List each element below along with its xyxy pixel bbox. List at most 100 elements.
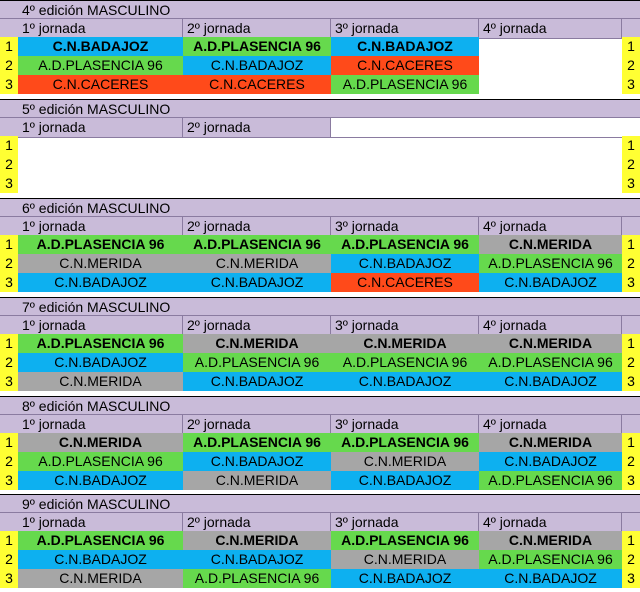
team-cell: A.D.PLASENCIA 96 — [331, 433, 479, 452]
position-row: 3 C.N.BADAJOZ C.N.BADAJOZ C.N.CACERES C.N.BA… — [0, 273, 640, 292]
position-number: 3 — [0, 471, 18, 490]
jornada-header-row: 1º jornada 2º jornada — [0, 117, 640, 138]
position-number: 1 — [622, 531, 640, 550]
team-cell: C.N.MERIDA — [18, 569, 183, 588]
jornada-header-row: 1º jornada 2º jornada 3º jornada 4º jornada — [0, 512, 640, 533]
section-divider — [0, 198, 640, 199]
jornada-label: 1º jornada — [18, 513, 183, 532]
position-row: 1 A.D.PLASENCIA 96 C.N.MERIDA C.N.MERIDA C.N… — [0, 334, 640, 353]
team-cell: C.N.MERIDA — [18, 433, 183, 452]
blank-area — [331, 118, 640, 137]
position-row: 2 C.N.BADAJOZ C.N.BADAJOZ C.N.MERIDA A.D.PLA… — [0, 550, 640, 569]
edition-title-row: 4º edición MASCULINO — [0, 0, 640, 20]
spreadsheet: 4º edición MASCULINO 1º jornada 2º jornada… — [0, 0, 640, 592]
jornada-label: 1º jornada — [18, 19, 183, 38]
position-number: 1 — [0, 136, 18, 155]
position-number: 2 — [0, 56, 18, 75]
position-number: 3 — [0, 569, 18, 588]
team-cell: C.N.MERIDA — [479, 334, 622, 353]
team-cell: C.N.MERIDA — [331, 334, 479, 353]
edition-section: 7º edición MASCULINO 1º jornada 2º jornada… — [0, 297, 640, 391]
position-number: 2 — [622, 254, 640, 273]
position-number: 3 — [0, 174, 18, 193]
position-number: 2 — [0, 254, 18, 273]
position-number: 1 — [0, 37, 18, 56]
position-number: 1 — [0, 334, 18, 353]
jornada-label: 2º jornada — [183, 316, 331, 335]
team-cell: A.D.PLASENCIA 96 — [183, 353, 331, 372]
team-cell: A.D.PLASENCIA 96 — [479, 353, 622, 372]
team-cell: C.N.CACERES — [183, 75, 331, 94]
jornada-label: 1º jornada — [18, 415, 183, 434]
edition-title: 7º edición MASCULINO — [22, 299, 171, 315]
edition-title: 6º edición MASCULINO — [22, 200, 171, 216]
jornada-header-row: 1º jornada 2º jornada 3º jornada 4º jornada — [0, 216, 640, 237]
team-cell: A.D.PLASENCIA 96 — [18, 56, 183, 75]
team-cell: C.N.MERIDA — [331, 452, 479, 471]
section-divider — [0, 396, 640, 397]
edition-title: 4º edición MASCULINO — [22, 2, 171, 18]
jornada-label: 3º jornada — [331, 217, 479, 236]
jornada-label: 4º jornada — [479, 217, 622, 236]
position-row: 1 A.D.PLASENCIA 96 A.D.PLASENCIA 96 A.D.PLA… — [0, 235, 640, 254]
team-cell: C.N.CACERES — [331, 56, 479, 75]
jornada-label: 2º jornada — [183, 415, 331, 434]
position-row: 1 A.D.PLASENCIA 96 C.N.MERIDA A.D.PLASENCIA… — [0, 531, 640, 550]
edition-title: 9º edición MASCULINO — [22, 496, 171, 512]
section-divider — [0, 99, 640, 100]
jornada-label: 2º jornada — [183, 19, 331, 38]
position-row: 2 C.N.MERIDA C.N.MERIDA C.N.BADAJOZ A.D.PLAS… — [0, 254, 640, 273]
team-cell: C.N.MERIDA — [18, 372, 183, 391]
position-number: 2 — [0, 550, 18, 569]
position-row: 3 C.N.MERIDA C.N.BADAJOZ C.N.BADAJOZ C.N.BAD… — [0, 372, 640, 391]
position-row: 1 C.N.BADAJOZ A.D.PLASENCIA 96 C.N.BADAJOZ 1 — [0, 37, 640, 56]
position-row: 2 C.N.BADAJOZ A.D.PLASENCIA 96 A.D.PLASENCI… — [0, 353, 640, 372]
team-cell: A.D.PLASENCIA 96 — [479, 471, 622, 490]
edition-section: 9º edición MASCULINO 1º jornada 2º jornada… — [0, 494, 640, 588]
team-cell: C.N.BADAJOZ — [18, 37, 183, 56]
edition-title-row: 6º edición MASCULINO — [0, 198, 640, 218]
team-cell: C.N.MERIDA — [183, 531, 331, 550]
team-cell: C.N.MERIDA — [183, 254, 331, 273]
team-cell: C.N.MERIDA — [479, 433, 622, 452]
position-number: 3 — [622, 75, 640, 94]
position-number: 3 — [0, 273, 18, 292]
jornada-label: 4º jornada — [479, 513, 622, 532]
edition-title-row: 5º edición MASCULINO — [0, 99, 640, 119]
team-cell: C.N.BADAJOZ — [18, 471, 183, 490]
team-cell: A.D.PLASENCIA 96 — [18, 334, 183, 353]
position-number: 3 — [622, 372, 640, 391]
section-divider — [0, 0, 640, 1]
position-number: 1 — [622, 433, 640, 452]
team-cell: A.D.PLASENCIA 96 — [331, 235, 479, 254]
jornada-label: 2º jornada — [183, 118, 331, 137]
team-cell: C.N.CACERES — [18, 75, 183, 94]
jornada-label: 4º jornada — [479, 415, 622, 434]
jornada-label: 3º jornada — [331, 415, 479, 434]
team-cell: C.N.BADAJOZ — [183, 452, 331, 471]
position-number: 3 — [622, 174, 640, 193]
edition-title: 5º edición MASCULINO — [22, 101, 171, 117]
team-cell: C.N.BADAJOZ — [331, 471, 479, 490]
edition-title-row: 9º edición MASCULINO — [0, 494, 640, 514]
jornada-label: 4º jornada — [479, 316, 622, 335]
jornada-header-row: 1º jornada 2º jornada 3º jornada 4º jornada — [0, 18, 640, 39]
jornada-label: 1º jornada — [18, 217, 183, 236]
team-cell: C.N.MERIDA — [183, 471, 331, 490]
position-number: 3 — [622, 471, 640, 490]
edition-title: 8º edición MASCULINO — [22, 398, 171, 414]
jornada-label: 1º jornada — [18, 316, 183, 335]
team-cell: C.N.BADAJOZ — [18, 353, 183, 372]
edition-title-row: 8º edición MASCULINO — [0, 396, 640, 416]
team-cell: C.N.BADAJOZ — [331, 372, 479, 391]
team-cell: C.N.BADAJOZ — [183, 56, 331, 75]
team-cell: A.D.PLASENCIA 96 — [183, 235, 331, 254]
position-number: 1 — [0, 433, 18, 452]
position-number: 1 — [622, 334, 640, 353]
jornada-label: 2º jornada — [183, 217, 331, 236]
team-cell: C.N.BADAJOZ — [331, 254, 479, 273]
team-cell: C.N.CACERES — [331, 273, 479, 292]
section-divider — [0, 494, 640, 495]
position-row: 1 C.N.MERIDA A.D.PLASENCIA 96 A.D.PLASENCIA… — [0, 433, 640, 452]
position-number: 2 — [0, 155, 18, 174]
